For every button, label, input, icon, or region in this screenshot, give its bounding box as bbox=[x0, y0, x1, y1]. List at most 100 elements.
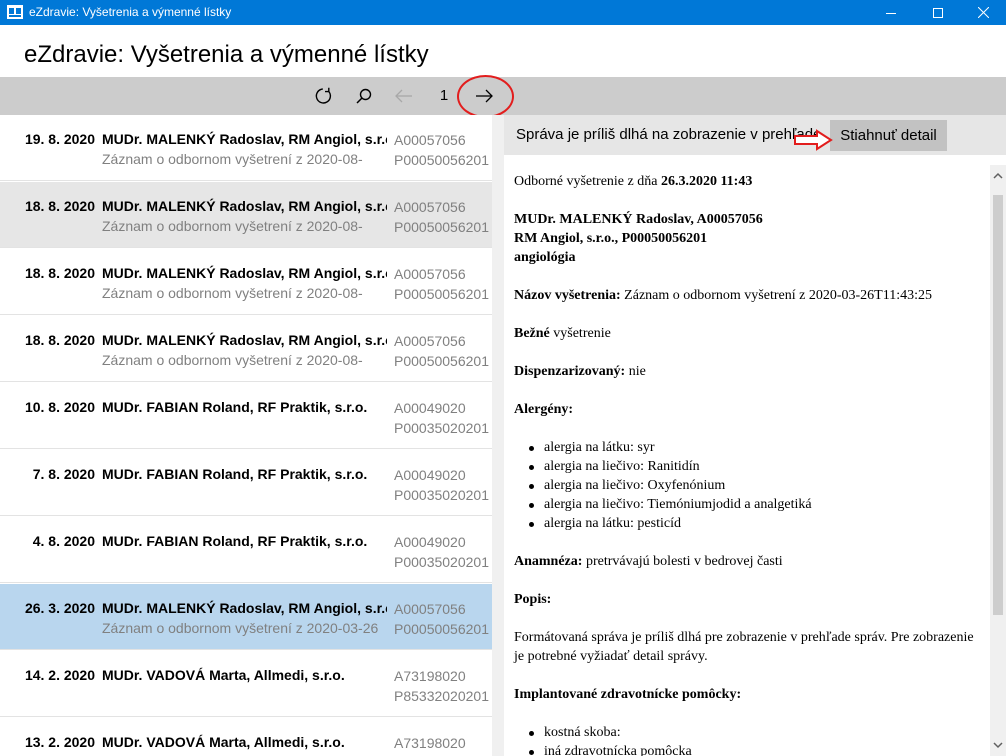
doctor-name: MUDr. VADOVÁ Marta, Allmedi, s.r.o. bbox=[102, 734, 345, 750]
refresh-button[interactable] bbox=[305, 77, 341, 115]
exam-date: 19. 8. 2020 bbox=[24, 131, 95, 147]
maximize-icon bbox=[933, 7, 943, 18]
implants-list: kostná skoba: iná zdravotnícka pomôcka bbox=[514, 723, 984, 756]
allergen-item: alergia na látku: syr bbox=[514, 438, 984, 457]
list-item[interactable]: 18. 8. 2020 MUDr. MALENKÝ Radoslav, RM A… bbox=[0, 316, 492, 382]
doctor-name: MUDr. MALENKÝ Radoslav, RM Angiol, s.r.o… bbox=[102, 198, 387, 214]
doctor-code: A00057056 bbox=[394, 199, 466, 215]
list-item[interactable]: 18. 8. 2020 MUDr. MALENKÝ Radoslav, RM A… bbox=[0, 182, 492, 248]
annotation-arrow-icon bbox=[794, 129, 833, 151]
formatted-note: Formátovaná správa je príliš dlhá pre zo… bbox=[514, 630, 974, 664]
exam-name-value: Záznam o odbornom vyšetrení z 2020-03-26… bbox=[620, 288, 932, 303]
toolbar: 1 bbox=[0, 77, 1006, 115]
detail-facility: RM Angiol, s.r.o., P00050056201 bbox=[514, 231, 708, 246]
exam-header-prefix: Odborné vyšetrenie z dňa bbox=[514, 174, 661, 189]
minimize-button[interactable] bbox=[868, 0, 914, 25]
provider-code: P00050056201 bbox=[394, 621, 489, 637]
notice-text: Správa je príliš dlhá na zobrazenie v pr… bbox=[516, 126, 816, 143]
arrow-left-icon bbox=[395, 89, 412, 103]
list-item[interactable]: 13. 2. 2020 MUDr. VADOVÁ Marta, Allmedi,… bbox=[0, 718, 492, 756]
doctor-code: A00049020 bbox=[394, 400, 466, 416]
exam-description: Záznam o odbornom vyšetrení z 2020-03-26 bbox=[102, 620, 379, 636]
download-detail-button[interactable]: Stiahnuť detail bbox=[830, 120, 947, 151]
provider-code: P00035020201 bbox=[394, 487, 489, 503]
doctor-name: MUDr. MALENKÝ Radoslav, RM Angiol, s.r.o… bbox=[102, 332, 387, 348]
allergen-item: alergia na liečivo: Ranitidín bbox=[514, 457, 984, 476]
list-scrollbar[interactable] bbox=[492, 115, 504, 756]
notice-bar: Správa je príliš dlhá na zobrazenie v pr… bbox=[504, 115, 1006, 155]
doctor-name: MUDr. MALENKÝ Radoslav, RM Angiol, s.r.o… bbox=[102, 600, 387, 616]
exam-date: 7. 8. 2020 bbox=[32, 466, 95, 482]
exam-header-date: 26.3.2020 11:43 bbox=[660, 174, 753, 189]
list-item[interactable]: 4. 8. 2020 MUDr. FABIAN Roland, RF Prakt… bbox=[0, 517, 492, 583]
doctor-code: A00057056 bbox=[394, 266, 466, 282]
implant-item: iná zdravotnícka pomôcka bbox=[514, 742, 984, 756]
doctor-name: MUDr. VADOVÁ Marta, Allmedi, s.r.o. bbox=[102, 667, 345, 683]
description-heading: Popis: bbox=[514, 590, 984, 609]
scroll-thumb[interactable] bbox=[993, 195, 1003, 615]
exam-name-line: Názov vyšetrenia: Záznam o odbornom vyše… bbox=[514, 286, 984, 305]
previous-page-button[interactable] bbox=[386, 77, 422, 115]
doctor-block: MUDr. MALENKÝ Radoslav, A00057056 RM Ang… bbox=[514, 210, 984, 267]
doctor-name: MUDr. FABIAN Roland, RF Praktik, s.r.o. bbox=[102, 466, 368, 482]
minimize-icon bbox=[886, 12, 896, 14]
list-item[interactable]: 19. 8. 2020 MUDr. MALENKÝ Radoslav, RM A… bbox=[0, 115, 492, 181]
refresh-icon bbox=[315, 87, 332, 104]
doctor-name: MUDr. FABIAN Roland, RF Praktik, s.r.o. bbox=[102, 399, 368, 415]
exam-description: Záznam o odbornom vyšetrení z 2020-08- bbox=[102, 218, 363, 234]
doctor-code: A00057056 bbox=[394, 132, 466, 148]
doctor-name: MUDr. FABIAN Roland, RF Praktik, s.r.o. bbox=[102, 533, 368, 549]
allergens-list: alergia na látku: syr alergia na liečivo… bbox=[514, 438, 984, 533]
exam-list: 19. 8. 2020 MUDr. MALENKÝ Radoslav, RM A… bbox=[0, 115, 492, 756]
exam-description: Záznam o odbornom vyšetrení z 2020-08- bbox=[102, 285, 363, 301]
exam-date: 18. 8. 2020 bbox=[24, 198, 95, 214]
list-item[interactable]: 18. 8. 2020 MUDr. MALENKÝ Radoslav, RM A… bbox=[0, 249, 492, 315]
allergens-label: Alergény: bbox=[514, 402, 574, 417]
page-title: eZdravie: Vyšetrenia a výmenné lístky bbox=[24, 41, 429, 68]
anamnesis-value: pretrvávajú bolesti v bedrovej časti bbox=[582, 554, 783, 569]
exam-type-line: Bežné vyšetrenie bbox=[514, 324, 984, 343]
exam-name-label: Názov vyšetrenia: bbox=[514, 288, 621, 303]
next-page-button[interactable] bbox=[466, 77, 502, 115]
exam-date: 26. 3. 2020 bbox=[24, 600, 95, 616]
arrow-right-icon bbox=[476, 89, 493, 103]
exam-date: 14. 2. 2020 bbox=[24, 667, 95, 683]
allergen-item: alergia na liečivo: Tiemóniumjodid a ana… bbox=[514, 495, 984, 514]
doctor-name: MUDr. MALENKÝ Radoslav, RM Angiol, s.r.o… bbox=[102, 265, 387, 281]
doctor-code: A00049020 bbox=[394, 534, 466, 550]
list-item[interactable]: 14. 2. 2020 MUDr. VADOVÁ Marta, Allmedi,… bbox=[0, 651, 492, 717]
search-button[interactable] bbox=[346, 77, 382, 115]
detail-specialty: angiológia bbox=[514, 250, 576, 265]
list-item[interactable]: 7. 8. 2020 MUDr. FABIAN Roland, RF Prakt… bbox=[0, 450, 492, 516]
close-icon bbox=[977, 7, 989, 18]
provider-code: P00050056201 bbox=[394, 353, 489, 369]
window-titlebar: eZdravie: Vyšetrenia a výmenné lístky bbox=[0, 0, 1006, 25]
scroll-up-button[interactable] bbox=[990, 167, 1006, 183]
detail-scrollbar[interactable] bbox=[990, 165, 1006, 756]
doctor-code: A73198020 bbox=[394, 735, 466, 751]
search-icon bbox=[356, 88, 372, 104]
list-item[interactable]: 10. 8. 2020 MUDr. FABIAN Roland, RF Prak… bbox=[0, 383, 492, 449]
implants-heading: Implantované zdravotnícke pomôcky: bbox=[514, 685, 984, 704]
exam-date: 18. 8. 2020 bbox=[24, 332, 95, 348]
allergens-heading: Alergény: bbox=[514, 400, 984, 419]
close-button[interactable] bbox=[960, 0, 1006, 25]
chevron-up-icon bbox=[993, 172, 1003, 179]
provider-code: P00035020201 bbox=[394, 420, 489, 436]
exam-detail: Odborné vyšetrenie z dňa 26.3.2020 11:43… bbox=[504, 155, 990, 756]
exam-date: 10. 8. 2020 bbox=[24, 399, 95, 415]
chevron-down-icon bbox=[993, 741, 1003, 748]
window-title: eZdravie: Vyšetrenia a výmenné lístky bbox=[29, 5, 232, 19]
exam-type-rest: vyšetrenie bbox=[549, 326, 611, 341]
dispensary-line: Dispenzarizovaný: nie bbox=[514, 362, 984, 381]
doctor-name: MUDr. MALENKÝ Radoslav, RM Angiol, s.r.o… bbox=[102, 131, 387, 147]
exam-date: 13. 2. 2020 bbox=[24, 734, 95, 750]
maximize-button[interactable] bbox=[915, 0, 961, 25]
list-item-selected[interactable]: 26. 3. 2020 MUDr. MALENKÝ Radoslav, RM A… bbox=[0, 584, 492, 650]
exam-description: Záznam o odbornom vyšetrení z 2020-08- bbox=[102, 352, 363, 368]
provider-code: P00035020201 bbox=[394, 554, 489, 570]
detail-doctor: MUDr. MALENKÝ Radoslav, A00057056 bbox=[514, 212, 763, 227]
provider-code: P00050056201 bbox=[394, 152, 489, 168]
scroll-down-button[interactable] bbox=[990, 737, 1006, 753]
allergen-item: alergia na liečivo: Oxyfenónium bbox=[514, 476, 984, 495]
